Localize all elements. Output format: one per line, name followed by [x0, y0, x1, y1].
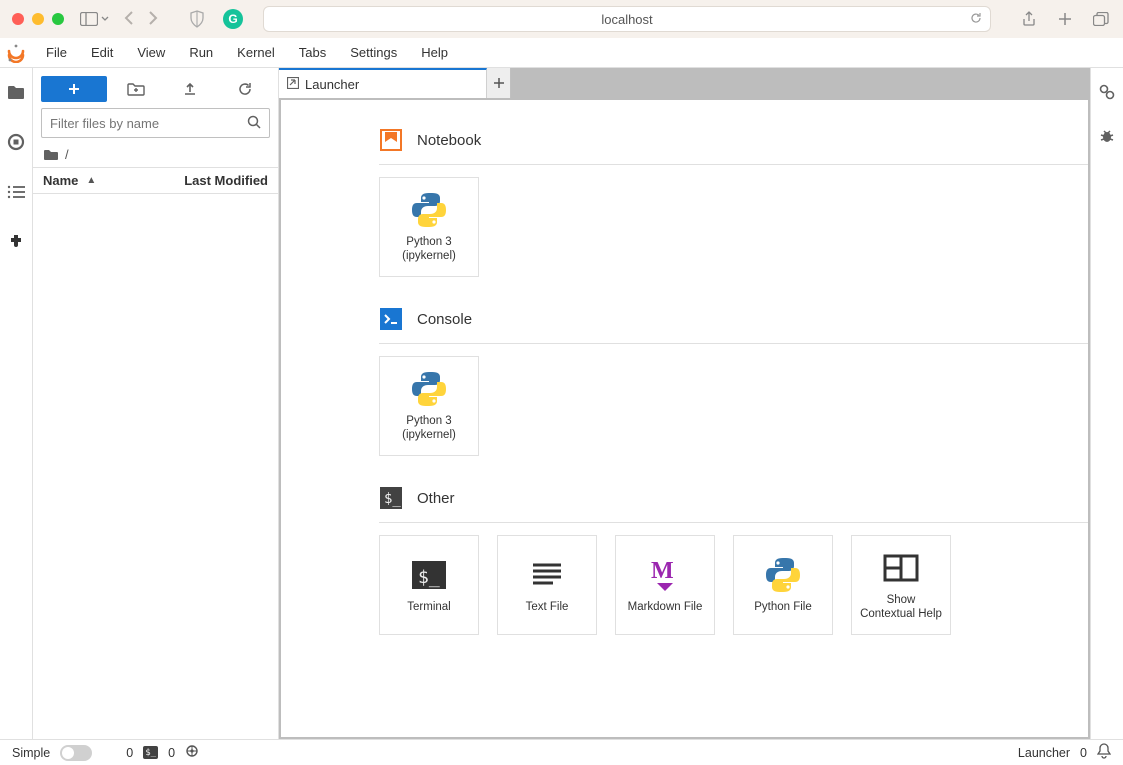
upload-icon[interactable] — [165, 82, 215, 96]
right-property-rail — [1090, 68, 1123, 739]
jupyter-logo-icon[interactable] — [6, 43, 26, 63]
section-title-console: Console — [417, 311, 472, 328]
file-browser-panel: / Name ▲ Last Modified — [33, 68, 279, 739]
terminal-status-icon[interactable]: $_ — [143, 746, 158, 759]
card-label: Terminal — [403, 601, 454, 615]
python-icon — [409, 369, 449, 409]
menu-view[interactable]: View — [127, 41, 175, 64]
status-bar: Simple 0 $_ 0 Launcher 0 — [0, 739, 1123, 765]
launcher-card-console-python3[interactable]: Python 3 (ipykernel) — [379, 356, 479, 456]
launcher-card-textfile[interactable]: Text File — [497, 535, 597, 635]
breadcrumb[interactable]: / — [33, 142, 278, 167]
menu-help[interactable]: Help — [411, 41, 458, 64]
card-label: Text File — [522, 601, 573, 615]
address-bar[interactable]: localhost — [263, 6, 991, 32]
toc-icon[interactable] — [4, 180, 28, 204]
filter-files-input[interactable] — [50, 116, 247, 131]
column-last-modified[interactable]: Last Modified — [184, 173, 268, 188]
card-label: Show Contextual Help — [856, 594, 946, 622]
section-title-other: Other — [417, 490, 455, 507]
card-label: Python File — [750, 601, 816, 615]
nav-back-button[interactable] — [123, 10, 135, 29]
launcher-card-notebook-python3[interactable]: Python 3 (ipykernel) — [379, 177, 479, 277]
new-folder-icon[interactable] — [111, 82, 161, 96]
breadcrumb-root[interactable]: / — [65, 147, 69, 162]
launcher-tab-icon — [287, 77, 299, 92]
simple-mode-toggle[interactable] — [60, 745, 92, 761]
browser-chrome: G localhost — [0, 0, 1123, 38]
launcher-card-contextual-help[interactable]: Show Contextual Help — [851, 535, 951, 635]
terminals-count[interactable]: 0 — [126, 746, 133, 760]
card-label: Python 3 (ipykernel) — [398, 236, 460, 264]
tabs-overview-icon[interactable] — [1091, 9, 1111, 29]
lsp-status-icon[interactable] — [185, 744, 199, 761]
property-inspector-icon[interactable] — [1095, 80, 1119, 104]
shield-icon[interactable] — [187, 9, 207, 29]
kernels-count[interactable]: 0 — [168, 746, 175, 760]
simple-mode-label: Simple — [12, 746, 50, 760]
menu-file[interactable]: File — [36, 41, 77, 64]
new-tab-button[interactable] — [487, 68, 511, 98]
python-icon — [763, 555, 803, 595]
python-icon — [409, 190, 449, 230]
new-tab-plus-icon[interactable] — [1055, 9, 1075, 29]
file-list-header: Name ▲ Last Modified — [33, 167, 278, 194]
file-browser-icon[interactable] — [4, 80, 28, 104]
traffic-lights — [12, 13, 64, 25]
tab-launcher-label: Launcher — [305, 77, 359, 92]
debugger-icon[interactable] — [1095, 124, 1119, 148]
terminal-icon: $_ — [409, 555, 449, 595]
filter-files-input-wrap — [41, 108, 270, 138]
menu-tabs[interactable]: Tabs — [289, 41, 336, 64]
menu-kernel[interactable]: Kernel — [227, 41, 285, 64]
grammarly-icon[interactable]: G — [223, 9, 243, 29]
refresh-icon[interactable] — [220, 82, 270, 96]
svg-text:$_: $_ — [384, 491, 401, 507]
other-section-icon: $_ — [379, 486, 403, 510]
menu-run[interactable]: Run — [179, 41, 223, 64]
section-title-notebook: Notebook — [417, 132, 481, 149]
new-launcher-button[interactable] — [41, 76, 107, 102]
console-section-icon — [379, 307, 403, 331]
extensions-icon[interactable] — [4, 230, 28, 254]
sidebar-toggle-button[interactable] — [80, 12, 109, 26]
tab-strip: Launcher — [279, 68, 1090, 98]
share-icon[interactable] — [1019, 9, 1039, 29]
jupyter-menu-bar: File Edit View Run Kernel Tabs Settings … — [0, 38, 1123, 68]
address-text: localhost — [601, 12, 652, 27]
markdown-icon: M — [645, 555, 685, 595]
status-right-count[interactable]: 0 — [1080, 746, 1087, 760]
text-file-icon — [527, 555, 567, 595]
search-icon — [247, 115, 261, 132]
menu-settings[interactable]: Settings — [340, 41, 407, 64]
reload-icon[interactable] — [970, 12, 982, 27]
sort-ascending-icon: ▲ — [86, 175, 96, 186]
maximize-window[interactable] — [52, 13, 64, 25]
tab-launcher[interactable]: Launcher — [279, 68, 487, 98]
svg-text:$_: $_ — [418, 567, 440, 588]
minimize-window[interactable] — [32, 13, 44, 25]
close-window[interactable] — [12, 13, 24, 25]
card-label: Python 3 (ipykernel) — [398, 415, 460, 443]
card-label: Markdown File — [624, 601, 707, 615]
column-name[interactable]: Name ▲ — [43, 173, 184, 188]
launcher-card-terminal[interactable]: $_ Terminal — [379, 535, 479, 635]
notebook-section-icon — [379, 128, 403, 152]
nav-forward-button[interactable] — [147, 10, 159, 29]
left-activity-rail — [0, 68, 33, 739]
notifications-icon[interactable] — [1097, 743, 1111, 762]
running-sessions-icon[interactable] — [4, 130, 28, 154]
launcher-panel: Notebook Python 3 (ipykernel) — [281, 100, 1088, 737]
menu-edit[interactable]: Edit — [81, 41, 123, 64]
status-active-tab[interactable]: Launcher — [1018, 746, 1070, 760]
launcher-card-markdown[interactable]: M Markdown File — [615, 535, 715, 635]
svg-text:M: M — [651, 558, 674, 584]
contextual-help-icon — [881, 548, 921, 588]
launcher-card-python-file[interactable]: Python File — [733, 535, 833, 635]
